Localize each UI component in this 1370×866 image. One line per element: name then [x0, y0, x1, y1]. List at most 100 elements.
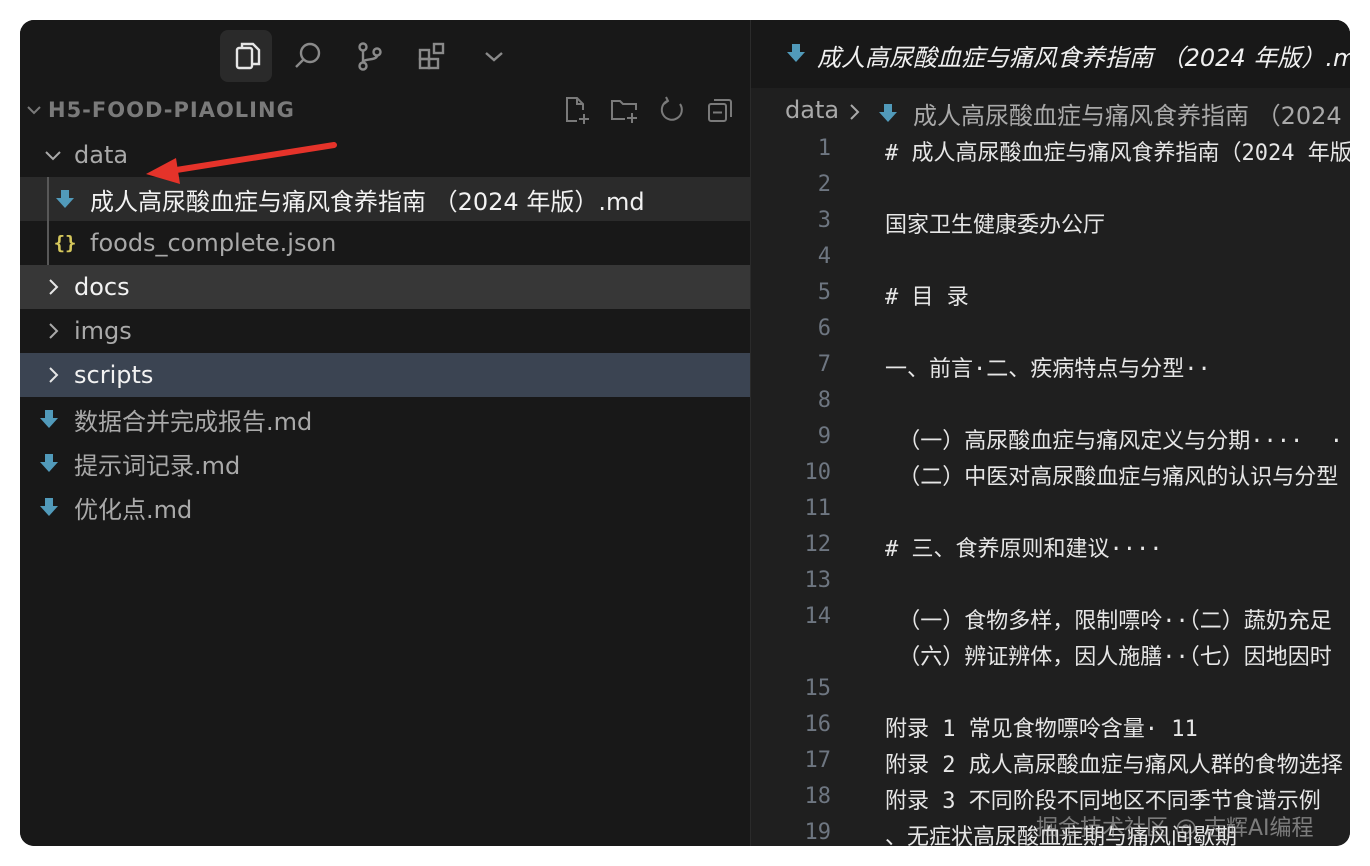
line-number: 8 [817, 388, 831, 413]
line-number: 12 [804, 532, 832, 557]
source-control-button[interactable] [344, 30, 396, 82]
line-number: 2 [817, 172, 831, 197]
code-line: 3 国家卫生健康委办公厅 [751, 204, 1350, 240]
code-line: 6 [751, 312, 1350, 348]
code-line: 1 # 成人高尿酸血症与痛风食养指南（2024 年版） [751, 132, 1350, 168]
explorer-button[interactable] [220, 30, 272, 82]
line-number: 6 [817, 316, 831, 341]
indent-guide [47, 177, 49, 221]
collapse-all-icon [708, 99, 732, 122]
tab-label: 成人高尿酸血症与痛风食养指南 （2024 年版）.md [817, 44, 1350, 72]
editor-pane: 成人高尿酸血症与痛风食养指南 （2024 年版）.md data 成人高尿酸血症… [751, 20, 1350, 846]
chevron-down-icon [45, 151, 61, 161]
explorer-header[interactable]: H5-FOOD-PIAOLING [20, 90, 750, 130]
line-number: 3 [817, 208, 831, 233]
explorer-title: H5-FOOD-PIAOLING [48, 98, 295, 122]
file-foods-json[interactable]: {} foods_complete.json [20, 221, 750, 265]
collapse-all-button[interactable] [700, 94, 740, 126]
sidebar: H5-FOOD-PIAOLING data 成人高尿酸血症与痛风食养指南 （20… [20, 20, 751, 846]
extensions-button[interactable] [406, 30, 458, 82]
activity-bar [220, 26, 520, 86]
code-line: （六）辨证辨体，因人施膳··（七）因地因时 [751, 636, 1350, 672]
code-line: 7 一、前言·二、疾病特点与分型·· [751, 348, 1350, 384]
json-icon: {} [53, 232, 77, 254]
new-folder-icon [611, 100, 637, 123]
line-text: 附录 1 常见食物嘌呤含量· 11 [885, 717, 1198, 742]
code-line: 10 （二）中医对高尿酸血症与痛风的认识与分型 [751, 456, 1350, 492]
folder-label: scripts [74, 361, 154, 389]
code-line: 8 [751, 384, 1350, 420]
source-control-icon [358, 42, 382, 71]
folder-imgs[interactable]: imgs [20, 309, 750, 353]
tab-bar: 成人高尿酸血症与痛风食养指南 （2024 年版）.md [751, 20, 1350, 88]
line-number: 5 [817, 280, 831, 305]
file-label: 数据合并完成报告.md [74, 407, 313, 436]
line-number: 16 [804, 712, 832, 737]
line-text: 一、前言·二、疾病特点与分型·· [885, 357, 1211, 382]
file-md-guide[interactable]: 成人高尿酸血症与痛风食养指南 （2024 年版）.md [20, 177, 750, 221]
code-line: 4 [751, 240, 1350, 276]
file-label: 成人高尿酸血症与痛风食养指南 （2024 年版）.md [90, 187, 645, 216]
code-line: 5 # 目 录 [751, 276, 1350, 312]
watermark: 掘金技术社区 @ 志辉AI编程 [1036, 816, 1314, 841]
breadcrumb-file[interactable]: 成人高尿酸血症与痛风食养指南 （2024 年版）.md [913, 96, 1350, 131]
more-views-button[interactable] [468, 30, 520, 82]
line-number: 10 [804, 460, 832, 485]
line-text: # 三、食养原则和建议···· [885, 537, 1163, 562]
refresh-icon [660, 96, 683, 121]
chevron-right-icon [49, 367, 59, 383]
new-file-icon [566, 97, 589, 124]
line-number: 11 [804, 496, 832, 521]
editor-window: H5-FOOD-PIAOLING data 成人高尿酸血症与痛风食养指南 （20… [20, 20, 1350, 846]
code-line: 14 （一）食物多样，限制嘌呤··（二）蔬奶充足 [751, 600, 1350, 636]
file-tree: data 成人高尿酸血症与痛风食养指南 （2024 年版）.md {} food… [20, 133, 750, 529]
chevron-right-icon [850, 104, 860, 120]
line-number: 4 [817, 244, 831, 269]
line-number: 7 [817, 352, 831, 377]
tab-md-guide[interactable]: 成人高尿酸血症与痛风食养指南 （2024 年版）.md [751, 20, 1350, 88]
line-text: 国家卫生健康委办公厅 [885, 213, 1106, 238]
line-text: （一）食物多样，限制嘌呤··（二）蔬奶充足 [885, 609, 1332, 634]
line-text: （一）高尿酸血症与痛风定义与分期···· · [885, 429, 1343, 454]
breadcrumb-folder[interactable]: data [785, 96, 839, 124]
chevron-down-icon [485, 52, 503, 62]
code-line: 13 [751, 564, 1350, 600]
new-folder-button[interactable] [604, 94, 644, 126]
markdown-icon [877, 102, 899, 124]
file-prompts-md[interactable]: 提示词记录.md [20, 441, 750, 485]
chevron-right-icon [49, 279, 59, 295]
line-number: 9 [817, 424, 831, 449]
search-button[interactable] [282, 30, 334, 82]
markdown-icon [54, 188, 76, 210]
file-report-md[interactable]: 数据合并完成报告.md [20, 397, 750, 441]
search-icon [295, 42, 321, 68]
chevron-right-icon [49, 323, 59, 339]
line-text: # 目 录 [885, 285, 969, 310]
breadcrumb: data 成人高尿酸血症与痛风食养指南 （2024 年版）.md [751, 92, 1350, 132]
file-label: foods_complete.json [90, 229, 337, 257]
line-number: 15 [804, 676, 832, 701]
folder-label: data [74, 141, 129, 169]
line-number: 19 [804, 820, 832, 845]
file-optimize-md[interactable]: 优化点.md [20, 485, 750, 529]
refresh-button[interactable] [652, 94, 692, 126]
chevron-down-icon [27, 106, 41, 115]
new-file-button[interactable] [556, 94, 596, 126]
markdown-icon [38, 452, 60, 474]
line-number: 14 [804, 604, 832, 629]
folder-scripts[interactable]: scripts [20, 353, 750, 397]
line-number: 1 [817, 136, 831, 161]
markdown-icon [38, 408, 60, 430]
line-text: （六）辨证辨体，因人施膳··（七）因地因时 [885, 645, 1332, 670]
line-number: 17 [804, 748, 832, 773]
code-line: 9 （一）高尿酸血症与痛风定义与分期···· · [751, 420, 1350, 456]
code-line: 17 附录 2 成人高尿酸血症与痛风人群的食物选择 [751, 744, 1350, 780]
folder-data[interactable]: data [20, 133, 750, 177]
code-area[interactable]: 1 # 成人高尿酸血症与痛风食养指南（2024 年版） 2 3 国家卫生健康委办公厅 4 5… [751, 132, 1351, 846]
line-text: 附录 2 成人高尿酸血症与痛风人群的食物选择 [885, 753, 1343, 778]
line-text: # 成人高尿酸血症与痛风食养指南（2024 年版） [885, 141, 1350, 166]
code-line: 15 [751, 672, 1350, 708]
code-line: 11 [751, 492, 1350, 528]
extensions-icon [418, 42, 445, 70]
folder-docs[interactable]: docs [20, 265, 750, 309]
